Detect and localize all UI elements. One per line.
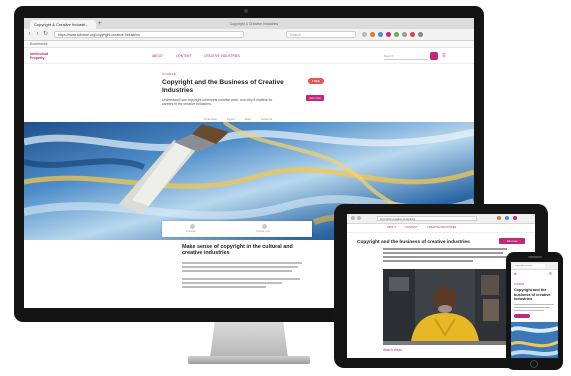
subnav-overview[interactable]: Overview	[204, 117, 217, 121]
paragraph-line	[182, 282, 282, 284]
paragraph-line	[383, 260, 473, 262]
paragraph-line	[182, 270, 292, 272]
window-title: Copyright & Creative Industries	[229, 22, 279, 26]
paragraph-line	[182, 266, 298, 268]
search-icon[interactable]	[430, 52, 438, 60]
nav-item-about[interactable]: ABOUT	[152, 53, 163, 59]
paragraph-line	[182, 278, 300, 280]
paragraph-line	[383, 252, 503, 254]
paragraph-line	[182, 262, 302, 264]
extension-icon[interactable]	[497, 216, 501, 220]
browser-tab[interactable]: Copyright & Creative Industri...	[30, 20, 96, 29]
new-tab-icon[interactable]: +	[98, 20, 106, 28]
paragraph-line	[383, 256, 507, 258]
extension-icon[interactable]	[378, 32, 383, 37]
hero-section: COURSE Copyright and the Business of Cre…	[162, 72, 312, 107]
join-button[interactable]: Join now	[306, 95, 324, 101]
extension-icon[interactable]	[410, 32, 415, 37]
card-label-duration: Duration	[186, 230, 196, 233]
info-cards: Duration Course type	[162, 221, 312, 237]
phone-address-bar: copyright-creative...	[511, 262, 558, 270]
hero-kicker: COURSE	[162, 72, 177, 76]
extension-icon[interactable]	[386, 32, 391, 37]
phone-site-logo[interactable]: IP	[514, 272, 517, 276]
tab-bar: Copyright & Creative Industri... + Copyr…	[24, 18, 474, 29]
subnav-start[interactable]: Start	[245, 117, 251, 121]
phone-kicker: COURSE	[514, 283, 525, 286]
free-badge: FREE	[308, 78, 324, 84]
duration-icon	[190, 224, 195, 229]
video-player[interactable]	[383, 269, 507, 341]
url-input[interactable]: https://www.scheme.org/copyright-creativ…	[54, 31, 244, 38]
nav-item-content[interactable]: CONTENT	[405, 226, 418, 229]
tablet-page-title: Copyright and the business of creative i…	[357, 240, 470, 245]
extension-icon[interactable]	[402, 32, 407, 37]
phone-join-button[interactable]	[514, 314, 530, 318]
site-logo[interactable]: Intellectual Property	[30, 52, 48, 60]
nav-item-creative-industries[interactable]: CREATIVE INDUSTRIES	[204, 53, 240, 59]
address-bar: ‹ › ↻ https://www.scheme.org/copyright-c…	[24, 29, 474, 41]
tablet-url-input[interactable]: copyright-creative-industries	[377, 216, 477, 221]
extension-icon[interactable]	[505, 216, 509, 220]
extension-icon[interactable]	[394, 32, 399, 37]
phone-screen: copyright-creative... IP ≡ COURSE Copyri…	[511, 262, 558, 358]
site-header: Intellectual Property ABOUT CONTENT CREA…	[24, 49, 474, 64]
paragraph-line	[182, 286, 266, 288]
article-heading: Make sense of copyright in the cultural …	[182, 244, 293, 257]
forward-icon[interactable]: ›	[34, 29, 41, 40]
tablet-join-button[interactable]: Join now	[499, 238, 525, 244]
menu-icon[interactable]: ≡	[442, 53, 450, 59]
camera-icon	[244, 9, 248, 13]
bookmarks-bar[interactable]: Bookmarks	[24, 41, 474, 48]
extension-icon[interactable]	[418, 32, 423, 37]
menu-icon[interactable]: ≡	[549, 271, 552, 277]
back-icon[interactable]: ‹	[26, 29, 33, 40]
nav-item-about[interactable]: ABOUT	[387, 226, 396, 229]
tablet-address-bar: copyright-creative-industries	[347, 214, 535, 224]
forward-icon[interactable]	[357, 216, 361, 220]
card-label-course-type: Course type	[256, 230, 270, 233]
subnav-topics[interactable]: Topics	[226, 117, 235, 121]
imac-stand-foot	[188, 356, 310, 364]
subnav-lessons[interactable]: Lessons	[261, 117, 272, 121]
nav-item-content[interactable]: CONTENT	[176, 53, 191, 59]
paragraph-line	[514, 307, 550, 309]
browser-search-input[interactable]: Search	[286, 31, 356, 38]
tablet-site-header: ABOUT CONTENT CREATIVE INDUSTRIES	[347, 224, 535, 233]
course-type-icon	[262, 224, 267, 229]
nav-item-creative-industries[interactable]: CREATIVE INDUSTRIES	[427, 226, 456, 229]
phone-url-input[interactable]: copyright-creative...	[514, 263, 545, 268]
phone-speaker	[528, 256, 542, 258]
extension-icon[interactable]	[513, 216, 517, 220]
video-progress-bar[interactable]	[383, 341, 507, 345]
site-search-input[interactable]: Search	[384, 53, 428, 60]
paragraph-line	[383, 248, 507, 250]
tablet-footer-link[interactable]: Watch video	[383, 348, 402, 352]
phone-hero-image	[511, 322, 558, 358]
paragraph-line	[514, 304, 554, 306]
extension-icon[interactable]	[370, 32, 375, 37]
paragraph-line	[514, 310, 544, 312]
extension-icon[interactable]	[362, 32, 367, 37]
imac-stand-neck	[210, 322, 288, 358]
reload-icon[interactable]: ↻	[42, 29, 49, 40]
page-title: Copyright and the Business of Creative I…	[162, 79, 284, 94]
phone-page-title: Copyright and the business of creative i…	[514, 288, 551, 302]
home-button-icon[interactable]	[530, 360, 538, 368]
back-icon[interactable]	[351, 216, 355, 220]
hero-description: Understand how copyright underpins creat…	[162, 98, 273, 107]
